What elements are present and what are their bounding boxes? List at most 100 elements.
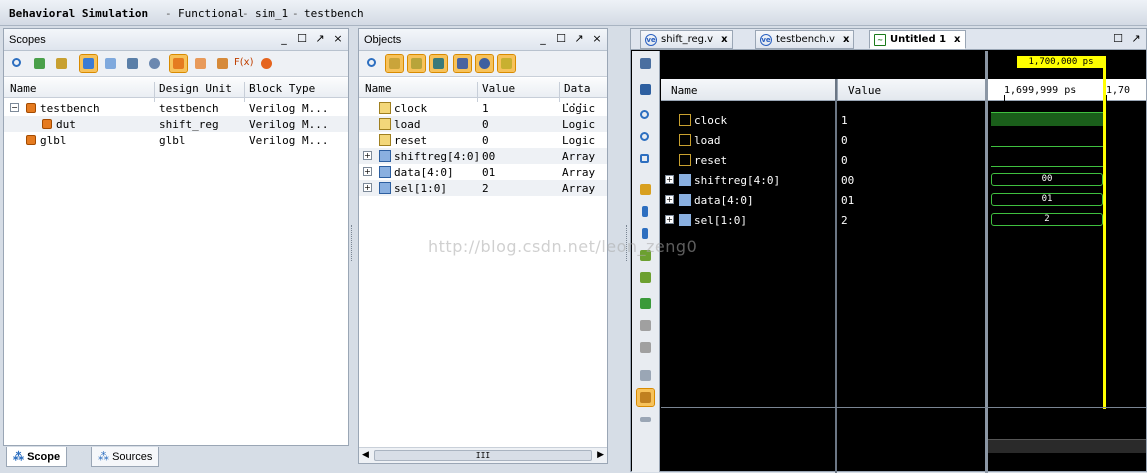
- previous-marker-icon[interactable]: [637, 317, 654, 334]
- zoom-fit-icon[interactable]: [637, 151, 654, 168]
- signal-icon: [679, 154, 691, 166]
- col-value[interactable]: Value: [482, 82, 515, 95]
- table-row[interactable]: dut shift_reg Verilog M...: [4, 116, 348, 132]
- search-icon[interactable]: [364, 55, 381, 72]
- next-marker-icon[interactable]: [637, 339, 654, 356]
- maximize-icon[interactable]: ☐: [555, 32, 567, 45]
- objects-toolbar: [359, 51, 607, 77]
- instance-filter-icon[interactable]: [169, 54, 188, 73]
- next-transition-icon[interactable]: [637, 269, 654, 286]
- snap-to-transition-icon[interactable]: [636, 388, 655, 407]
- col-design-unit[interactable]: Design Unit: [159, 82, 232, 95]
- object-row[interactable]: + shiftreg[4:0] 00 Array: [359, 148, 607, 164]
- ruler-start-label: 1,699,999 ps: [1004, 85, 1077, 96]
- tab-untitled-1[interactable]: ~ Untitled 1x: [869, 30, 966, 49]
- tab-close-icon[interactable]: x: [843, 34, 849, 45]
- object-row[interactable]: reset 0 Logic: [359, 132, 607, 148]
- minimize-icon[interactable]: _: [537, 32, 549, 45]
- maximize-icon[interactable]: ☐: [296, 32, 308, 45]
- go-to-cursor-icon[interactable]: [637, 181, 654, 198]
- tab-shift-reg[interactable]: ve shift_reg.v x: [640, 30, 733, 49]
- save-icon[interactable]: [637, 81, 654, 98]
- object-row[interactable]: + sel[1:0] 2 Array: [359, 180, 607, 196]
- bus-icon: [379, 166, 391, 178]
- collapse-icon[interactable]: −: [10, 103, 19, 112]
- wave-signal-sel[interactable]: + sel[1:0]: [661, 211, 835, 229]
- task-filter-icon[interactable]: [124, 55, 141, 72]
- col-block-type[interactable]: Block Type: [249, 82, 315, 95]
- maximize-icon[interactable]: ☐: [1112, 32, 1124, 45]
- scroll-thumb[interactable]: III: [374, 450, 592, 461]
- tab-testbench[interactable]: ve testbench.v x: [755, 30, 855, 49]
- float-icon[interactable]: ↗: [1130, 32, 1142, 45]
- module-icon: [26, 103, 36, 113]
- zoom-in-icon[interactable]: [637, 107, 654, 124]
- input-filter-icon[interactable]: [385, 54, 404, 73]
- expand-icon[interactable]: +: [363, 183, 372, 192]
- wave-signal-shiftreg[interactable]: + shiftreg[4:0]: [661, 171, 835, 189]
- expand-all-icon[interactable]: [53, 55, 70, 72]
- tab-close-icon[interactable]: x: [954, 34, 960, 45]
- table-row[interactable]: − testbench testbench Verilog M...: [4, 100, 348, 116]
- wave-signal-reset[interactable]: reset: [661, 151, 835, 169]
- tab-scope[interactable]: ⁂ Scope: [6, 447, 68, 467]
- time-ruler[interactable]: 1,699,999 ps 1,70: [988, 79, 1146, 101]
- scopes-header: Name Design Unit Block Type: [4, 78, 348, 102]
- object-row[interactable]: clock 1 Logic: [359, 100, 607, 116]
- tab-close-icon[interactable]: x: [721, 34, 727, 45]
- float-icon[interactable]: ↗: [573, 32, 585, 45]
- close-icon[interactable]: ×: [332, 32, 344, 45]
- panel-splitter[interactable]: [351, 225, 354, 261]
- expand-icon[interactable]: +: [665, 195, 674, 204]
- process-filter-icon[interactable]: [214, 55, 231, 72]
- tab-sources[interactable]: ⁂ Sources: [91, 447, 160, 467]
- expand-icon[interactable]: +: [363, 167, 372, 176]
- block-filter-icon[interactable]: [192, 55, 209, 72]
- wave-signal-data[interactable]: + data[4:0]: [661, 191, 835, 209]
- expand-icon[interactable]: +: [363, 151, 372, 160]
- col-name[interactable]: Name: [10, 82, 37, 95]
- package-filter-icon[interactable]: [102, 55, 119, 72]
- zoom-out-icon[interactable]: [637, 129, 654, 146]
- time-cursor[interactable]: [1103, 56, 1106, 409]
- col-name[interactable]: Name: [365, 82, 392, 95]
- import-icon[interactable]: [637, 55, 654, 72]
- search-icon[interactable]: [9, 55, 26, 72]
- wave-signal-load[interactable]: load: [661, 131, 835, 149]
- expand-icon[interactable]: +: [665, 175, 674, 184]
- wave-scrollbar[interactable]: [988, 439, 1146, 453]
- output-filter-icon[interactable]: [407, 54, 426, 73]
- object-row[interactable]: + data[4:0] 01 Array: [359, 164, 607, 180]
- float-icon[interactable]: ↗: [314, 32, 326, 45]
- inout-filter-icon[interactable]: [429, 54, 448, 73]
- function-filter-icon[interactable]: F(x): [234, 55, 256, 72]
- refresh-icon[interactable]: [146, 55, 163, 72]
- loop-filter-icon[interactable]: [258, 55, 275, 72]
- object-row[interactable]: load 0 Logic: [359, 116, 607, 132]
- variable-filter-icon[interactable]: [497, 54, 516, 73]
- close-icon[interactable]: ×: [591, 32, 603, 45]
- pane-splitter[interactable]: [985, 51, 988, 473]
- cursor-time-label[interactable]: 1,700,000 ps: [1017, 56, 1105, 68]
- minimize-icon[interactable]: _: [278, 32, 290, 45]
- add-marker-icon[interactable]: [637, 295, 654, 312]
- expand-icon[interactable]: +: [665, 215, 674, 224]
- horizontal-scrollbar[interactable]: ◀ III ▶: [359, 447, 607, 463]
- swap-cursors-icon[interactable]: [637, 367, 654, 384]
- scroll-left-icon[interactable]: ◀: [362, 450, 369, 460]
- collapse-all-icon[interactable]: [31, 55, 48, 72]
- data-bus-value: 01: [991, 193, 1103, 206]
- wave-signal-clock[interactable]: clock: [661, 111, 835, 129]
- load-waveform: [991, 146, 1103, 147]
- column-splitter[interactable]: [835, 79, 837, 473]
- constant-filter-icon[interactable]: [475, 54, 494, 73]
- floating-ruler-icon[interactable]: [637, 411, 654, 428]
- table-row[interactable]: glbl glbl Verilog M...: [4, 132, 348, 148]
- signal-icon: [379, 134, 391, 146]
- wave-divider: [661, 407, 1146, 408]
- go-to-start-icon[interactable]: [637, 203, 654, 220]
- wave-value: 2: [841, 214, 848, 227]
- scroll-right-icon[interactable]: ▶: [597, 450, 604, 460]
- module-filter-icon[interactable]: [79, 54, 98, 73]
- internal-filter-icon[interactable]: [453, 54, 472, 73]
